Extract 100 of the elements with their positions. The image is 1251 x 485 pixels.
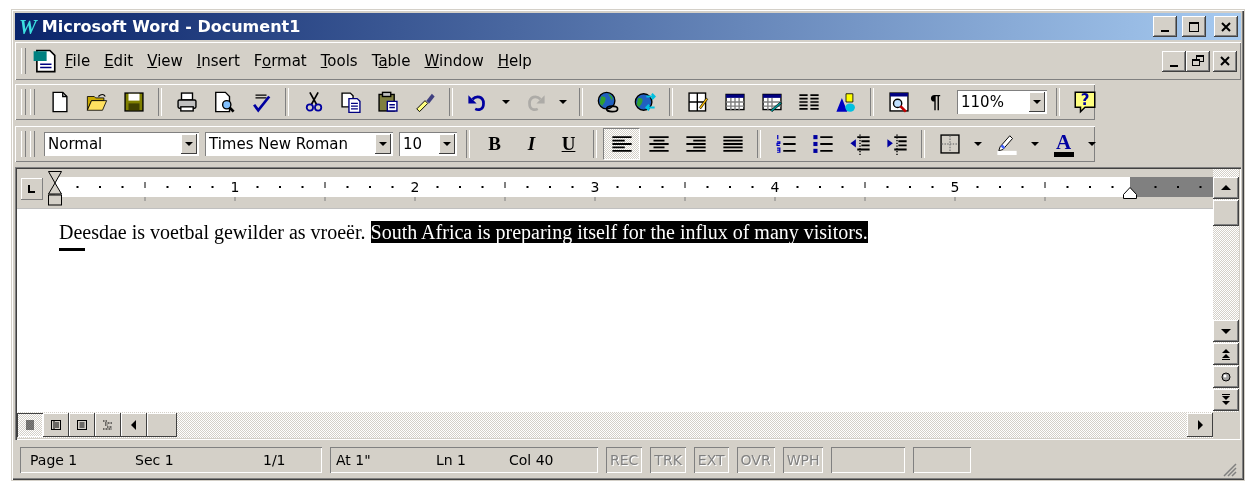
app-logo: W — [19, 16, 37, 37]
grid-pencil-icon — [686, 91, 709, 113]
shapes-icon — [834, 91, 857, 113]
document-paragraph: Deesdae is voetbal gewilder as vroeër. South Africa is preparing itself for the influx of many visitors. — [59, 221, 869, 244]
numbered-list-icon — [774, 133, 797, 155]
menu-item[interactable]: Table — [364, 48, 418, 74]
table-icon — [723, 91, 746, 113]
status-panel — [913, 447, 972, 473]
window-title: Microsoft Word - Document1 — [41, 17, 302, 36]
menu-item[interactable]: Window — [417, 48, 491, 74]
show-hide-button[interactable]: ¶ — [917, 86, 954, 118]
previous-page-button[interactable] — [1213, 343, 1239, 365]
align-left-button[interactable] — [603, 128, 640, 160]
window-magnifier-icon — [887, 91, 910, 113]
caret-icon — [1088, 142, 1096, 146]
normal-view-button[interactable] — [17, 413, 43, 437]
end-of-document-marker — [59, 248, 85, 251]
italic-button[interactable]: I — [513, 128, 550, 160]
menu-item[interactable]: File — [58, 48, 98, 74]
ruler-number: 4 — [770, 177, 780, 197]
cursor-position: At 1" — [336, 452, 372, 468]
align-center-icon — [647, 133, 670, 155]
print-view-icon — [74, 417, 90, 433]
line-number: Ln 1 — [436, 452, 468, 468]
help-bubble-icon: ? — [1072, 90, 1097, 114]
underline-button[interactable]: U — [550, 128, 587, 160]
help-button[interactable]: ? — [1066, 86, 1103, 118]
close-button[interactable] — [1214, 16, 1238, 37]
section-number: Sec 1 — [135, 452, 175, 468]
indent-icon — [885, 133, 908, 155]
outdent-icon — [848, 133, 871, 155]
browse-object-button[interactable] — [1213, 366, 1239, 388]
highlighter-icon — [995, 133, 1018, 155]
ruler-number: 5 — [950, 177, 960, 197]
tab-selector[interactable] — [21, 177, 43, 200]
scroll-down-button[interactable] — [1213, 320, 1239, 342]
two-pages-icon — [339, 91, 362, 113]
caret-icon — [1033, 100, 1041, 104]
caret-icon — [1031, 142, 1039, 146]
scroll-right-button[interactable] — [1187, 413, 1213, 437]
scroll-thumb[interactable] — [1213, 200, 1239, 226]
menu-item[interactable]: Help — [490, 48, 539, 74]
spreadsheet-icon — [760, 91, 783, 113]
globe-icon — [596, 91, 619, 113]
ruler-number: 2 — [410, 177, 420, 197]
zoom-combo[interactable]: 110% — [957, 90, 1047, 114]
next-page-button[interactable] — [1213, 389, 1239, 411]
page-count: 1/1 — [263, 452, 286, 468]
menu-item[interactable]: Tools — [313, 48, 365, 74]
web-view-icon — [48, 417, 64, 433]
document-icon — [32, 48, 58, 74]
web-view-button[interactable] — [43, 413, 69, 437]
ruler-number: 1 — [230, 177, 240, 197]
font-combo[interactable]: Times New Roman — [205, 132, 393, 156]
scroll-up-button[interactable] — [1213, 177, 1239, 199]
clipboard-icon — [376, 91, 399, 113]
print-view-button[interactable] — [69, 413, 95, 437]
scroll-left-button[interactable] — [121, 413, 147, 437]
right-indent-marker[interactable] — [1122, 186, 1138, 199]
font-size-combo[interactable]: 10 — [399, 132, 457, 156]
sphere-icon — [1218, 369, 1234, 385]
document-minimize-button[interactable] — [1162, 50, 1186, 72]
bulleted-list-icon — [811, 133, 834, 155]
resize-grip-icon[interactable] — [1221, 461, 1237, 477]
minimize-button[interactable] — [1153, 16, 1177, 37]
menu-item[interactable]: Edit — [97, 48, 141, 74]
bold-button[interactable]: B — [476, 128, 513, 160]
ruler-number: 3 — [590, 177, 600, 197]
menu-item[interactable]: Format — [246, 48, 314, 74]
globe-icon — [633, 91, 656, 113]
align-left-icon — [610, 133, 633, 155]
horizontal-scroll-thumb[interactable] — [147, 413, 177, 437]
menu-item[interactable]: Insert — [189, 48, 247, 74]
restore-icon — [1190, 53, 1206, 69]
font-color-button[interactable]: A — [1045, 128, 1082, 160]
menu-item[interactable]: View — [140, 48, 190, 74]
printer-icon — [175, 91, 198, 113]
paintbrush-icon — [413, 91, 436, 113]
minimize-icon — [1170, 64, 1178, 67]
align-justify-icon — [721, 133, 744, 155]
caret-icon — [379, 142, 387, 146]
indent-marker[interactable] — [47, 170, 63, 207]
folder-icon — [85, 91, 108, 113]
minimize-icon — [1161, 30, 1169, 32]
maximize-button[interactable] — [1182, 16, 1206, 37]
outline-view-button[interactable] — [95, 413, 121, 437]
border-grid-icon — [938, 133, 961, 155]
caret-icon — [185, 142, 193, 146]
align-right-icon — [684, 133, 707, 155]
caret-icon — [974, 142, 982, 146]
caret-icon — [502, 100, 510, 104]
page-magnifier-icon — [212, 91, 235, 113]
document-restore-button[interactable] — [1186, 50, 1210, 72]
page-number: Page 1 — [30, 452, 79, 468]
columns-icon — [797, 91, 820, 113]
caret-icon — [559, 100, 567, 104]
document-close-button[interactable] — [1213, 50, 1237, 72]
style-combo[interactable]: Normal — [44, 132, 199, 156]
caret-icon — [443, 142, 451, 146]
column-number: Col 40 — [509, 452, 554, 468]
